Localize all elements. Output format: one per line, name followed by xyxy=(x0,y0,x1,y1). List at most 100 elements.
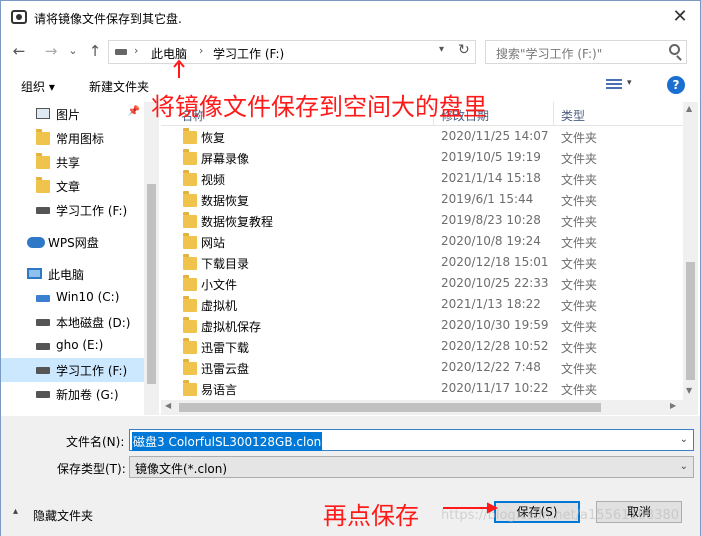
chevron-down-icon[interactable]: ⌄ xyxy=(680,461,688,472)
filename-input[interactable]: 磁盘3 ColorfulSL300128GB.clon ⌄ xyxy=(129,429,694,451)
computer-icon xyxy=(27,268,42,279)
sidebar-item-articles[interactable]: 文章 xyxy=(1,174,144,198)
folder-icon xyxy=(183,170,197,186)
drive-icon xyxy=(36,391,50,398)
folder-icon xyxy=(183,275,197,291)
filetype-select[interactable]: 镜像文件(*.clon) ⌄ xyxy=(129,456,694,478)
file-row[interactable]: 数据恢复 2019/6/1 15:44 文件夹 xyxy=(161,189,683,210)
sidebar-item-label: 本地磁盘 (D:) xyxy=(56,316,131,330)
file-type: 文件夹 xyxy=(561,194,598,208)
file-type: 文件夹 xyxy=(561,215,598,229)
sidebar-item-drive-f[interactable]: 学习工作 (F:) xyxy=(1,358,144,382)
folder-icon xyxy=(183,149,197,165)
hide-folders-label: 隐藏文件夹 xyxy=(33,509,94,523)
chevron-down-icon[interactable]: ⌄ xyxy=(680,434,688,445)
folder-icon xyxy=(183,254,197,270)
file-date: 2019/8/23 10:28 xyxy=(441,213,541,227)
file-name: 屏幕录像 xyxy=(201,152,250,166)
file-row[interactable]: 迅雷下载 2020/12/28 10:52 文件夹 xyxy=(161,336,683,357)
annotation-top-text: 将镜像文件保存到空间大的盘里 xyxy=(151,93,487,121)
file-type: 文件夹 xyxy=(561,131,598,145)
file-type: 文件夹 xyxy=(561,383,598,397)
file-date: 2020/10/8 19:24 xyxy=(441,234,541,248)
file-date: 2021/1/13 18:22 xyxy=(441,297,541,311)
sidebar-item-drive-c[interactable]: Win10 (C:) xyxy=(1,286,144,310)
scroll-down-icon[interactable]: ▼ xyxy=(686,386,692,395)
file-date: 2020/12/28 10:52 xyxy=(441,339,549,353)
file-row[interactable]: 网站 2020/10/8 19:24 文件夹 xyxy=(161,231,683,252)
organize-button[interactable]: 组织 ▾ xyxy=(21,78,55,95)
chevron-down-icon[interactable]: ▾ xyxy=(627,78,632,88)
address-dropdown-icon[interactable]: ▾ xyxy=(439,44,444,55)
navigation-bar: ← → ⌄ ↑ › 此电脑 › 学习工作 (F:) ▾ ↻ 搜索"学习工作 (F… xyxy=(1,37,700,67)
sidebar-item-wps-cloud[interactable]: WPS网盘 xyxy=(1,230,144,254)
sidebar-item-share[interactable]: 共享 xyxy=(1,150,144,174)
file-type: 文件夹 xyxy=(561,362,598,376)
file-name: 恢复 xyxy=(201,131,226,145)
file-list-scrollbar-thumb[interactable] xyxy=(686,262,695,380)
file-row[interactable]: 数据恢复教程 2019/8/23 10:28 文件夹 xyxy=(161,210,683,231)
file-list-horizontal-scrollbar[interactable]: ◀ ▶ xyxy=(161,400,698,415)
sidebar-item-label: WPS网盘 xyxy=(48,236,99,250)
file-row[interactable]: 视频 2021/1/14 15:18 文件夹 xyxy=(161,168,683,189)
folder-icon xyxy=(183,128,197,144)
sidebar-item-drive-g[interactable]: 新加卷 (G:) xyxy=(1,382,144,406)
sidebar-scrollbar-thumb[interactable] xyxy=(147,184,156,384)
drive-icon xyxy=(36,343,50,350)
scroll-left-icon[interactable]: ◀ xyxy=(165,401,171,410)
sidebar-item-label: 文章 xyxy=(56,180,81,194)
column-type[interactable]: 类型 xyxy=(561,107,585,124)
file-date: 2020/12/22 7:48 xyxy=(441,360,541,374)
file-name: 数据恢复教程 xyxy=(201,215,274,229)
file-list-vertical-scrollbar[interactable]: ▲ ▼ xyxy=(683,102,698,400)
sidebar-item-quick-drive-f[interactable]: 学习工作 (F:) xyxy=(1,198,144,222)
sidebar-item-label: Win10 (C:) xyxy=(56,290,120,304)
scroll-right-icon[interactable]: ▶ xyxy=(670,401,676,410)
sidebar-item-pictures[interactable]: 图片 📌 xyxy=(1,102,144,126)
pin-icon[interactable]: 📌 xyxy=(128,106,140,117)
file-row[interactable]: 小文件 2020/10/25 22:33 文件夹 xyxy=(161,273,683,294)
column-divider[interactable] xyxy=(553,102,554,126)
new-folder-button[interactable]: 新建文件夹 xyxy=(89,78,149,95)
breadcrumb-drive-f[interactable]: 学习工作 (F:) xyxy=(213,45,284,62)
file-row[interactable]: 易语言 2020/11/17 10:22 文件夹 xyxy=(161,378,683,399)
file-type: 文件夹 xyxy=(561,341,598,355)
search-box[interactable]: 搜索"学习工作 (F:)" xyxy=(485,40,687,64)
file-row[interactable]: 下载目录 2020/12/18 15:01 文件夹 xyxy=(161,252,683,273)
scroll-up-icon[interactable]: ▲ xyxy=(686,104,692,113)
sidebar-item-drive-d[interactable]: 本地磁盘 (D:) xyxy=(1,310,144,334)
sidebar-item-common-icons[interactable]: 常用图标 xyxy=(1,126,144,150)
file-type: 文件夹 xyxy=(561,278,598,292)
folder-icon xyxy=(183,233,197,249)
recent-locations-button[interactable]: ⌄ xyxy=(63,40,83,62)
file-row[interactable]: 迅雷云盘 2020/12/22 7:48 文件夹 xyxy=(161,357,683,378)
refresh-button[interactable]: ↻ xyxy=(458,42,470,58)
folder-icon xyxy=(183,191,197,207)
cloud-icon xyxy=(27,237,45,248)
file-row[interactable]: 虚拟机保存 2020/10/30 19:59 文件夹 xyxy=(161,315,683,336)
folder-icon xyxy=(36,153,50,169)
close-button[interactable]: ✕ xyxy=(670,6,690,27)
file-type: 文件夹 xyxy=(561,236,598,250)
horizontal-scrollbar-thumb[interactable] xyxy=(179,403,601,412)
folder-icon xyxy=(183,359,197,375)
back-button[interactable]: ← xyxy=(9,40,29,62)
view-options-icon[interactable] xyxy=(606,79,622,91)
folder-icon xyxy=(183,212,197,228)
sidebar-scrollbar[interactable] xyxy=(144,102,159,415)
title-bar: 请将镜像文件保存到其它盘. ✕ xyxy=(1,1,700,34)
file-row[interactable]: 屏幕录像 2019/10/5 19:19 文件夹 xyxy=(161,147,683,168)
sidebar-item-label: 学习工作 (F:) xyxy=(56,204,128,218)
sidebar-item-label: 共享 xyxy=(56,156,81,170)
up-button[interactable]: ↑ xyxy=(85,40,105,62)
filename-value[interactable]: 磁盘3 ColorfulSL300128GB.clon xyxy=(132,432,323,451)
sidebar-item-drive-e[interactable]: gho (E:) xyxy=(1,334,144,358)
file-row[interactable]: 恢复 2020/11/25 14:07 文件夹 xyxy=(161,126,683,147)
forward-button[interactable]: → xyxy=(41,40,61,62)
sidebar-item-this-pc[interactable]: 此电脑 xyxy=(1,262,144,286)
address-bar[interactable]: › 此电脑 › 学习工作 (F:) ▾ ↻ xyxy=(108,40,476,64)
file-name: 虚拟机保存 xyxy=(201,320,262,334)
folder-icon xyxy=(183,338,197,354)
help-button[interactable]: ? xyxy=(667,76,685,94)
file-row[interactable]: 虚拟机 2021/1/13 18:22 文件夹 xyxy=(161,294,683,315)
